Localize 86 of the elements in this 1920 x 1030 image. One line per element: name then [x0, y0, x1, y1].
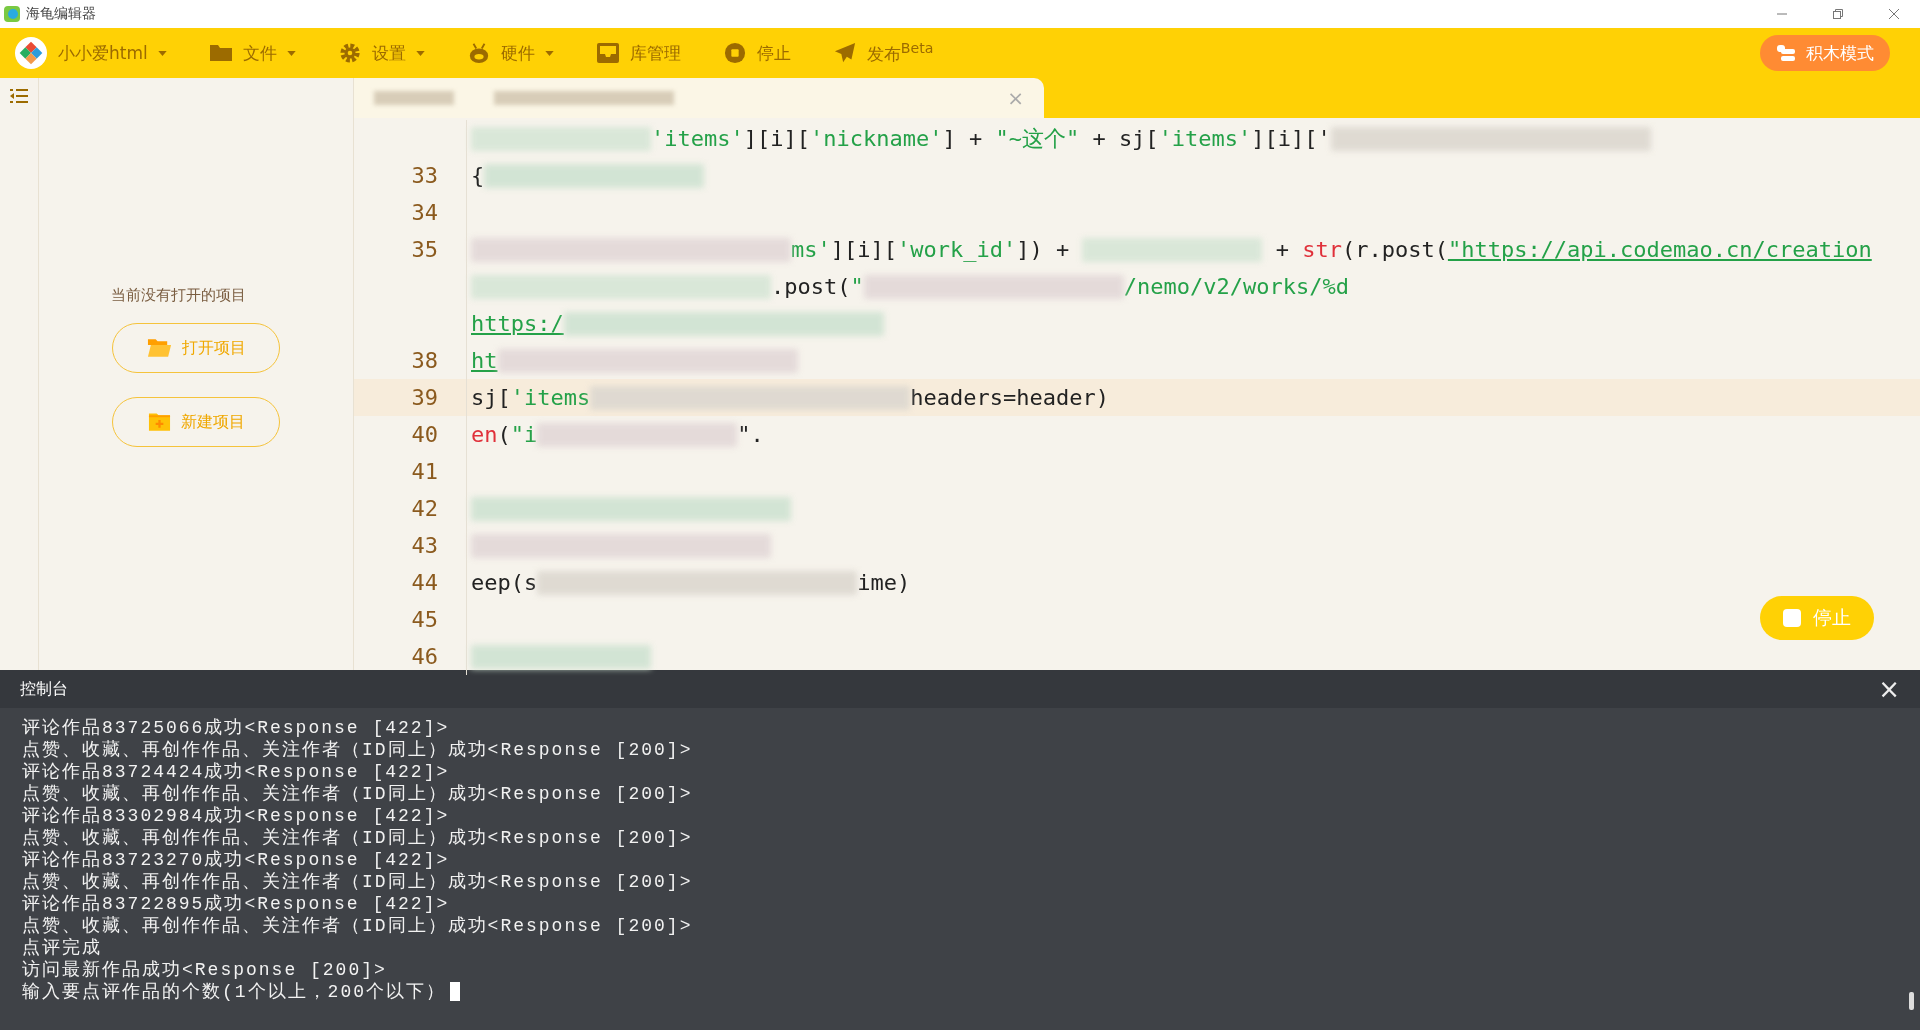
console-output-line: 评论作品83723270成功<Response [422]> — [22, 849, 450, 871]
empty-project-message: 当前没有打开的项目 — [110, 286, 246, 305]
code-text: + — [1274, 237, 1290, 262]
close-icon[interactable] — [1888, 8, 1900, 20]
text-cursor — [450, 981, 460, 1001]
code-string: 'nickname' — [809, 126, 943, 151]
console-output-line: 访问最新作品成功<Response [200]> — [22, 959, 387, 981]
console-output-line: 点赞、收藏、再创作作品、关注作者（ID同上）成功<Response [200]> — [22, 871, 693, 893]
code-text: ][i][ — [830, 237, 897, 262]
app-logo-icon — [4, 6, 20, 22]
stop-square-icon — [1783, 609, 1801, 627]
restore-icon[interactable] — [1832, 8, 1844, 20]
line-number: 42 — [411, 496, 438, 521]
console-output-line: 评论作品83722895成功<Response [422]> — [22, 893, 450, 915]
toolbar-menu[interactable]: 库管理 — [595, 41, 681, 65]
line-number: 44 — [411, 570, 438, 595]
code-string: 'items' — [651, 126, 744, 151]
project-button[interactable]: 打开项目 — [112, 323, 280, 373]
project-button[interactable]: 新建项目 — [112, 397, 280, 447]
line-number: 34 — [411, 200, 438, 225]
scrollbar-thumb[interactable] — [1909, 992, 1914, 1010]
folder-icon — [208, 42, 233, 64]
settings-icon — [337, 42, 362, 64]
line-number: 46 — [411, 644, 438, 669]
console-output-line: 点赞、收藏、再创作作品、关注作者（ID同上）成功<Response [200]> — [22, 783, 693, 805]
code-text: + sj[ — [1091, 126, 1159, 151]
console-output-line: 评论作品83724424成功<Response [422]> — [22, 761, 450, 783]
console-output-line: 输入要点评作品的个数(1个以上，200个以下） — [22, 981, 446, 1003]
line-number: 41 — [411, 459, 438, 484]
code-text: ime) — [857, 570, 911, 595]
code-string: 'items — [510, 385, 591, 410]
code-keyword: en — [471, 422, 498, 447]
console-output-line: 点赞、收藏、再创作作品、关注作者（ID同上）成功<Response [200]> — [22, 915, 693, 937]
line-number: 39 — [411, 385, 438, 410]
code-text: { — [471, 163, 485, 188]
code-string: 'items' — [1158, 126, 1252, 151]
block-mode-button[interactable]: 积木模式 — [1760, 35, 1890, 71]
toolbar-menu[interactable]: 停止 — [722, 41, 791, 65]
code-text: ]) + — [1016, 237, 1071, 262]
stop-icon — [722, 42, 747, 64]
blocks-icon — [1776, 44, 1796, 62]
code-text: .post( — [771, 274, 851, 299]
code-text: ][i][ — [743, 126, 810, 151]
code-url: "https://api.codemao.cn/creation — [1447, 237, 1872, 262]
collapse-menu-icon[interactable] — [9, 88, 29, 104]
code-string: /nemo/v2/works/%d — [1123, 274, 1349, 299]
console-output-line: 点评完成 — [22, 937, 102, 959]
cube-logo-icon — [14, 36, 48, 70]
line-number: 38 — [411, 348, 438, 373]
code-text: ] + — [942, 126, 984, 151]
line-number: 40 — [411, 422, 438, 447]
code-string: "~这个" — [995, 124, 1080, 153]
code-keyword: str — [1302, 237, 1342, 262]
file-tab[interactable]: × — [354, 78, 1044, 118]
code-text: (r.post( — [1341, 237, 1448, 262]
line-number: 33 — [411, 163, 438, 188]
toolbar-menu[interactable]: 设置 — [337, 41, 425, 65]
console-output-line: 评论作品83725066成功<Response [422]> — [22, 717, 450, 739]
code-text: ( — [497, 422, 511, 447]
line-number: 43 — [411, 533, 438, 558]
code-text: sj[ — [471, 385, 511, 410]
window-title: 海龟编辑器 — [26, 5, 96, 23]
code-url: https:/ — [471, 311, 564, 336]
toolbar-menu[interactable]: 小小爱html — [14, 36, 167, 70]
console-output-line: 点赞、收藏、再创作作品、关注作者（ID同上）成功<Response [200]> — [22, 739, 693, 761]
code-text: headers=header) — [910, 385, 1109, 410]
toolbar-menu[interactable]: 发布$^{Beta}$ — [832, 40, 934, 66]
code-string: "i — [510, 422, 538, 447]
code-text: ". — [737, 422, 764, 447]
open-folder-icon — [146, 338, 172, 358]
code-string: 'work_id' — [897, 237, 1017, 262]
toolbar-menu[interactable]: 硬件 — [466, 41, 554, 65]
toolbar-menu[interactable]: 文件 — [208, 41, 296, 65]
console-title: 控制台 — [20, 678, 68, 700]
new-folder-icon — [147, 412, 171, 432]
console-output-line: 点赞、收藏、再创作作品、关注作者（ID同上）成功<Response [200]> — [22, 827, 693, 849]
code-text: ][i][' — [1251, 126, 1331, 151]
console-output-line: 评论作品83302984成功<Response [422]> — [22, 805, 450, 827]
console-close-button[interactable]: × — [1878, 674, 1900, 704]
line-number: 45 — [411, 607, 438, 632]
line-number: 35 — [411, 237, 438, 262]
inbox-icon — [595, 42, 620, 64]
code-string: ms' — [791, 237, 831, 262]
code-text: eep(s — [471, 570, 538, 595]
code-string: " — [850, 274, 864, 299]
code-url: ht — [471, 348, 498, 373]
